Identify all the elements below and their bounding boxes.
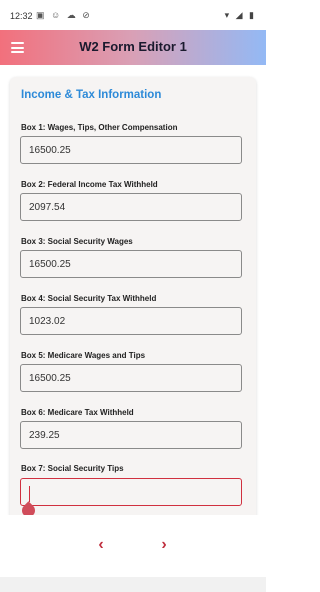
system-nav-bar	[0, 577, 266, 592]
box3-label: Box 3: Social Security Wages	[21, 237, 133, 246]
section-title: Income & Tax Information	[21, 89, 162, 101]
box7-label: Box 7: Social Security Tips	[21, 464, 124, 473]
box4-label: Box 4: Social Security Tax Withheld	[21, 294, 157, 303]
box2-label: Box 2: Federal Income Tax Withheld	[21, 180, 158, 189]
box4-value: 1023.02	[29, 316, 66, 327]
box1-value: 16500.25	[29, 145, 71, 156]
box6-value: 239.25	[29, 430, 60, 441]
system-status-icons: ▾ ◢ ▮	[224, 10, 256, 20]
notification-icons: ▣ ☺ ☁ ⊘	[36, 10, 92, 20]
box1-input[interactable]: 16500.25	[20, 136, 242, 164]
menu-icon[interactable]	[11, 42, 24, 53]
page-title: W2 Form Editor 1	[79, 39, 187, 54]
box5-input[interactable]: 16500.25	[20, 364, 242, 392]
box6-input[interactable]: 239.25	[20, 421, 242, 449]
box3-value: 16500.25	[29, 259, 71, 270]
box7-input[interactable]	[19, 478, 242, 515]
status-bar: 12:32 ▣ ☺ ☁ ⊘ ▾ ◢ ▮	[0, 0, 266, 30]
status-time: 12:32	[10, 11, 33, 21]
box4-input[interactable]: 1023.02	[20, 307, 242, 335]
form-card: Income & Tax Information Box 1: Wages, T…	[10, 77, 256, 515]
box2-value: 2097.54	[29, 202, 66, 213]
next-button[interactable]: ›	[154, 535, 174, 555]
box5-value: 16500.25	[29, 373, 71, 384]
bottom-nav: ‹ ›	[0, 515, 266, 577]
previous-button[interactable]: ‹	[91, 535, 111, 555]
app-bar: W2 Form Editor 1	[0, 30, 266, 65]
form-scroll-area[interactable]: Income & Tax Information Box 1: Wages, T…	[0, 65, 266, 515]
box6-label: Box 6: Medicare Tax Withheld	[21, 408, 134, 417]
cursor-handle[interactable]	[19, 501, 38, 515]
box5-label: Box 5: Medicare Wages and Tips	[21, 351, 146, 360]
box1-label: Box 1: Wages, Tips, Other Compensation	[21, 123, 178, 132]
text-cursor	[29, 486, 30, 502]
box3-input[interactable]: 16500.25	[20, 250, 242, 278]
box2-input[interactable]: 2097.54	[20, 193, 242, 221]
